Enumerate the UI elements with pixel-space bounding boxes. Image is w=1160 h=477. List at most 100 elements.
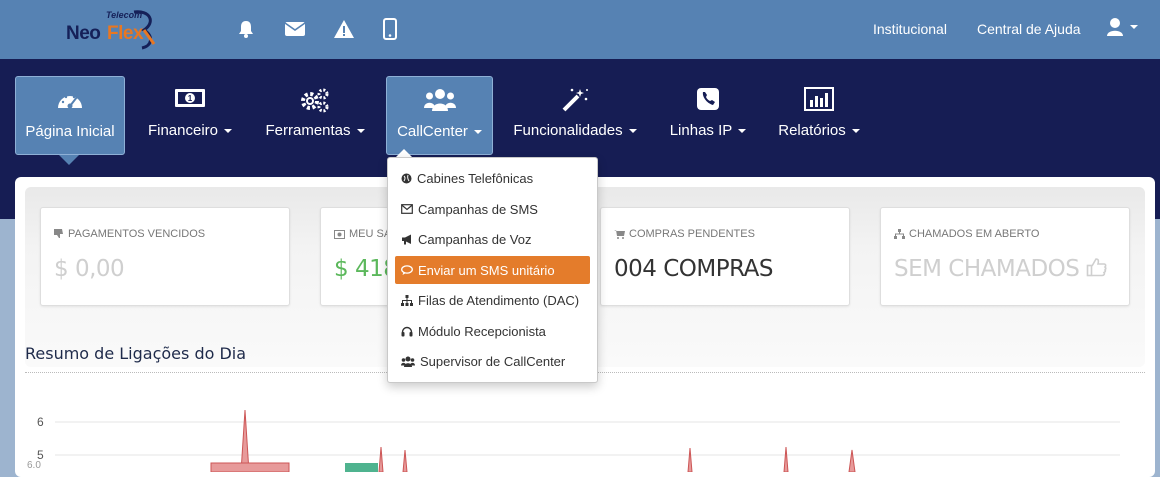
nav-pagina-inicial[interactable]: Página Inicial (15, 76, 125, 155)
chart-spike (687, 447, 693, 472)
active-nav-pointer (59, 155, 79, 165)
bell-icon[interactable] (234, 16, 258, 42)
sitemap-icon (401, 294, 413, 306)
card-value-text: SEM CHAMADOS (894, 256, 1080, 282)
menu-item-label: Cabines Telefônicas (417, 170, 534, 186)
users-icon (387, 88, 492, 112)
nav-financeiro[interactable]: 1 Financeiro (136, 76, 244, 155)
chevron-down-icon (628, 129, 637, 134)
menu-item-label: Campanhas de Voz (418, 231, 532, 247)
headphones-icon (401, 326, 413, 336)
nav-ferramentas[interactable]: Ferramentas (258, 76, 372, 155)
menu-item-filas-dac[interactable]: Filas de Atendimento (DAC) (395, 286, 590, 314)
chevron-down-icon (738, 129, 747, 134)
callcenter-dropdown: Cabines Telefônicas Campanhas de SMS Cam… (387, 157, 598, 383)
nav-label: Linhas IP (664, 122, 752, 139)
money-icon (334, 229, 345, 239)
nav-label-text: Linhas IP (669, 122, 733, 139)
nav-label-text: Financeiro (147, 122, 219, 139)
nav-label: CallCenter (387, 123, 492, 140)
menu-item-label: Enviar um SMS unitário (418, 262, 555, 278)
chart-spike (848, 449, 856, 472)
thumbs-down-icon (54, 229, 63, 238)
card-value: 004 COMPRAS (614, 256, 773, 282)
chart-area-red (210, 462, 290, 472)
card-title: MEU SA (334, 228, 391, 240)
menu-item-recepcionista[interactable]: Módulo Recepcionista (395, 317, 590, 345)
nav-label: Ferramentas (258, 122, 372, 139)
card-title-text: COMPRAS PENDENTES (629, 228, 755, 240)
menu-item-cabines[interactable]: Cabines Telefônicas (395, 164, 590, 192)
thumbs-up-icon (1086, 258, 1107, 277)
institucional-link[interactable]: Institucional (873, 21, 947, 37)
chevron-down-icon (473, 130, 482, 135)
call-summary-chart: 6 5 6.0 (27, 409, 1120, 472)
warning-icon[interactable] (332, 16, 356, 42)
dashboard-icon (16, 88, 124, 112)
card-chamados-aberto[interactable]: CHAMADOS EM ABERTO SEM CHAMADOS (880, 207, 1130, 306)
card-title-text: CHAMADOS EM ABERTO (909, 228, 1040, 240)
card-title-text: MEU SA (349, 228, 392, 240)
envelope-o-icon (401, 204, 413, 214)
menu-item-label: Módulo Recepcionista (418, 323, 546, 339)
money-icon: 1 (136, 87, 244, 109)
logo-neo-text: Neo (66, 23, 101, 44)
nav-label: Relatórios (772, 122, 866, 139)
globe-icon (401, 173, 412, 183)
sitemap-icon (894, 229, 905, 239)
nav-funcionalidades[interactable]: Funcionalidades (509, 76, 641, 155)
y-tick-label: 6 (37, 415, 44, 429)
card-title: PAGAMENTOS VENCIDOS (54, 228, 205, 240)
chevron-down-icon (356, 129, 365, 134)
card-title: COMPRAS PENDENTES (614, 228, 755, 240)
card-compras-pendentes[interactable]: COMPRAS PENDENTES 004 COMPRAS (600, 207, 850, 306)
nav-label-text: Relatórios (778, 122, 846, 139)
nav-label: Financeiro (136, 122, 244, 139)
menu-item-label: Filas de Atendimento (DAC) (418, 292, 580, 308)
card-title-text: PAGAMENTOS VENCIDOS (68, 228, 206, 240)
menu-item-label: Supervisor de CallCenter (420, 353, 566, 369)
user-icon (1107, 18, 1123, 36)
logo-swoosh-icon (133, 10, 156, 50)
nav-label-text: Ferramentas (265, 122, 351, 139)
chart-spike (402, 449, 408, 472)
gears-icon (258, 87, 372, 113)
chevron-down-icon (851, 129, 860, 134)
menu-item-campanhas-voz[interactable]: Campanhas de Voz (395, 225, 590, 253)
bar-chart-icon (772, 87, 866, 111)
comments-icon (401, 264, 413, 275)
chevron-down-icon (1130, 25, 1138, 29)
bullhorn-icon (402, 234, 411, 244)
users-icon (401, 356, 415, 367)
nav-label: Funcionalidades (509, 122, 641, 139)
nav-label-text: Funcionalidades (513, 122, 623, 139)
chevron-down-icon (224, 129, 233, 134)
chart-spike (783, 446, 789, 472)
user-menu-button[interactable] (1106, 17, 1138, 37)
section-title: Resumo de Ligações do Dia (25, 344, 247, 363)
card-value: SEM CHAMADOS (894, 256, 1108, 282)
neoflex-logo[interactable]: Telecom Neo Flex (66, 10, 158, 50)
cart-icon (614, 230, 625, 239)
card-pagamentos-vencidos[interactable]: PAGAMENTOS VENCIDOS $ 0,00 (40, 207, 290, 306)
menu-item-label: Campanhas de SMS (418, 201, 538, 217)
nav-linhas-ip[interactable]: Linhas IP (664, 76, 752, 155)
chart-area-green (345, 463, 378, 472)
mobile-icon[interactable] (378, 16, 402, 42)
card-title: CHAMADOS EM ABERTO (894, 228, 1039, 240)
card-value: $ 0,00 (54, 256, 125, 282)
nav-relatorios[interactable]: Relatórios (772, 76, 866, 155)
nav-label: Página Inicial (25, 123, 115, 140)
menu-item-campanhas-sms[interactable]: Campanhas de SMS (395, 195, 590, 223)
nav-label-text: CallCenter (397, 123, 468, 140)
help-center-link[interactable]: Central de Ajuda (977, 21, 1081, 37)
chart-spike (378, 446, 384, 472)
svg-text:1: 1 (188, 94, 193, 103)
magic-wand-icon (509, 87, 641, 113)
menu-item-enviar-sms[interactable]: Enviar um SMS unitário (395, 256, 590, 284)
top-header: Telecom Neo Flex Institucional Central d… (0, 0, 1160, 59)
phone-icon (664, 87, 752, 111)
nav-callcenter[interactable]: CallCenter (386, 76, 493, 155)
envelope-icon[interactable] (283, 16, 307, 42)
menu-item-supervisor[interactable]: Supervisor de CallCenter (395, 347, 590, 375)
